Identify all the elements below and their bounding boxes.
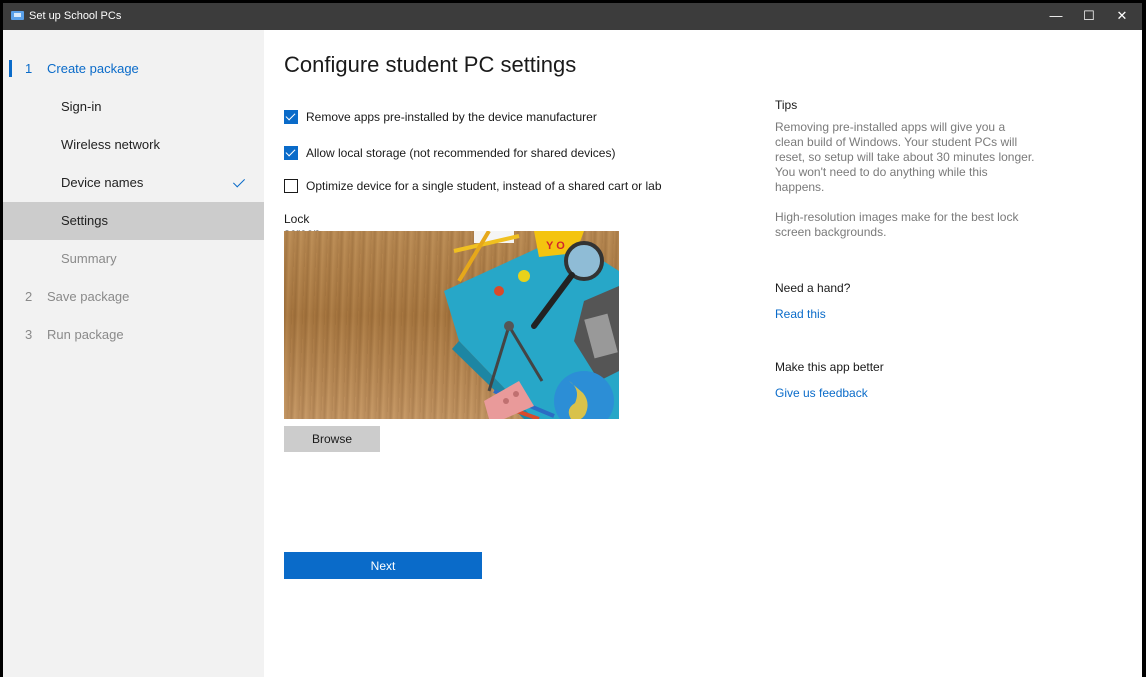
substep-label: Device names <box>61 175 144 190</box>
step-save-package[interactable]: 2 Save package <box>3 278 264 316</box>
substep-label: Summary <box>61 251 117 266</box>
help-heading: Need a hand? <box>775 281 851 295</box>
step-number: 3 <box>25 327 33 342</box>
substep-settings[interactable]: Settings <box>3 202 264 240</box>
page-title: Configure student PC settings <box>284 52 577 77</box>
next-button[interactable]: Next <box>284 552 482 579</box>
step-label: Save package <box>47 289 130 304</box>
checkbox[interactable] <box>284 146 298 160</box>
checkbox[interactable] <box>284 110 298 124</box>
give-feedback-link[interactable]: Give us feedback <box>775 386 868 400</box>
app-icon <box>11 11 24 20</box>
sidebar: 1 Create package Sign-in Wireless networ… <box>3 30 264 677</box>
option-label: Optimize device for a single student, in… <box>306 179 662 193</box>
step-run-package[interactable]: 3 Run package <box>3 316 264 354</box>
school-supplies-illustration: Y O <box>444 231 619 419</box>
read-this-link[interactable]: Read this <box>775 307 826 321</box>
svg-text:Y O: Y O <box>546 240 565 252</box>
checkbox[interactable] <box>284 179 298 193</box>
browse-button[interactable]: Browse <box>284 426 380 452</box>
substep-sign-in[interactable]: Sign-in <box>3 88 264 126</box>
step-label: Run package <box>47 327 124 342</box>
option-label: Remove apps pre-installed by the device … <box>306 110 597 124</box>
maximize-button[interactable]: ☐ <box>1074 3 1104 30</box>
lock-screen-preview: Y O <box>284 231 619 419</box>
title-bar[interactable]: Set up School PCs — ☐ ✕ <box>3 3 1142 30</box>
substep-wireless-network[interactable]: Wireless network <box>3 126 264 164</box>
option-label: Allow local storage (not recommended for… <box>306 146 616 160</box>
substep-label: Sign-in <box>61 99 102 114</box>
window-title: Set up School PCs <box>29 10 122 22</box>
close-button[interactable]: ✕ <box>1107 3 1137 30</box>
active-step-indicator <box>9 60 12 77</box>
substep-label: Settings <box>61 213 108 228</box>
feedback-heading: Make this app better <box>775 360 884 374</box>
tip-paragraph: High-resolution images make for the best… <box>775 210 1019 239</box>
step-number: 2 <box>25 289 33 304</box>
step-create-package[interactable]: 1 Create package <box>3 50 264 88</box>
substep-label: Wireless network <box>61 137 160 152</box>
minimize-button[interactable]: — <box>1041 3 1071 30</box>
tip-paragraph: Removing pre-installed apps will give yo… <box>775 120 1035 194</box>
step-number: 1 <box>25 61 33 76</box>
tips-heading: Tips <box>775 98 798 112</box>
step-label: Create package <box>47 61 139 76</box>
substep-summary[interactable]: Summary <box>3 240 264 278</box>
substep-device-names[interactable]: Device names <box>3 164 264 202</box>
completed-check-icon <box>232 175 246 188</box>
app-window: Set up School PCs — ☐ ✕ 1 Create package… <box>3 3 1142 677</box>
